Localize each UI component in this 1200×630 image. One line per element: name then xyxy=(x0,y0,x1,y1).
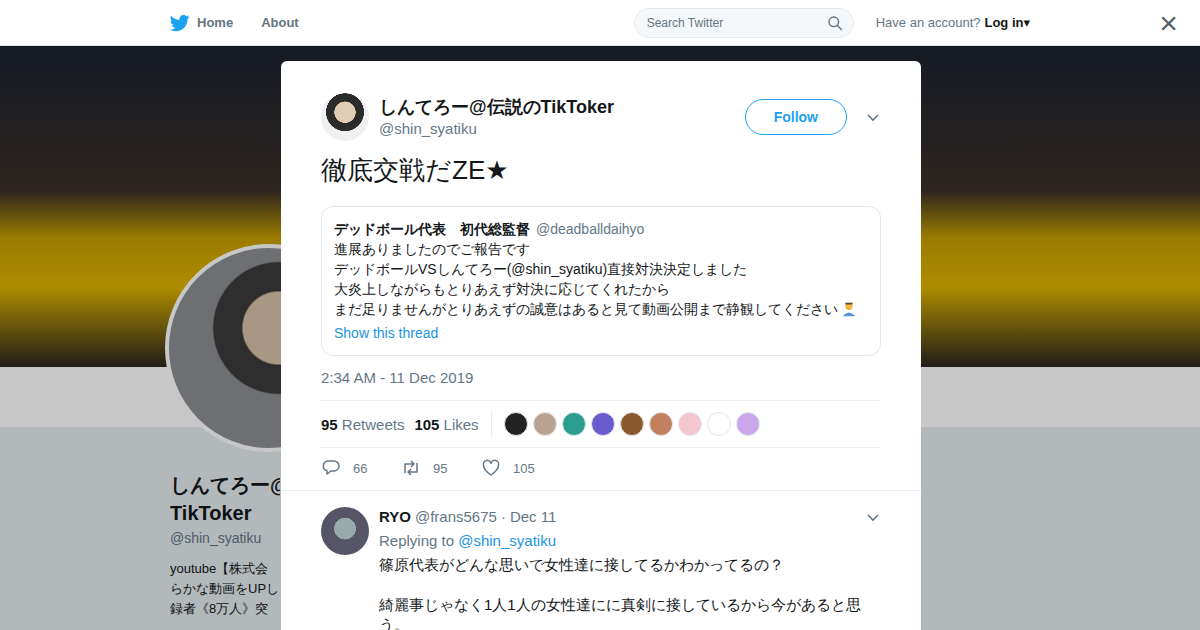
tweet-actions: 66 95 105 xyxy=(321,448,881,490)
page: Home About Search Twitter Have an account?L… xyxy=(0,0,1200,630)
reply-text: 綺麗事じゃなく1人1人の女性達にに真剣に接しているから今があると思う。 xyxy=(379,595,881,630)
stat[interactable]: 105 Likes xyxy=(414,416,478,433)
close-button[interactable]: × xyxy=(1159,4,1178,42)
nav-item[interactable]: About xyxy=(261,15,299,30)
reply-date[interactable]: Dec 11 xyxy=(510,507,556,527)
action-button[interactable]: 105 xyxy=(481,458,535,478)
liker-avatar[interactable] xyxy=(562,412,586,436)
author-handle[interactable]: @shin_syatiku xyxy=(379,119,745,139)
liker-avatar[interactable] xyxy=(649,412,673,436)
tweet-time: 2:34 AM - 11 Dec 2019 xyxy=(321,368,881,388)
follow-button[interactable]: Follow xyxy=(745,99,847,135)
action-button[interactable]: 66 xyxy=(321,458,371,478)
nav-item[interactable]: Home xyxy=(170,13,233,33)
quote-line: 進展ありましたのでご報告です xyxy=(334,239,868,259)
quote-author-handle: @deadballdaihyo xyxy=(536,221,644,237)
login-button[interactable]: Log in▾ xyxy=(984,15,1030,30)
tweet-modal: しんてろー@伝説のTikToker@shin_syatikuFollow徹底交戦… xyxy=(281,61,921,630)
liker-avatar[interactable] xyxy=(620,412,644,436)
reply-author-name[interactable]: RYO xyxy=(379,507,411,527)
stat[interactable]: 95 Retweets xyxy=(321,416,404,433)
quote-author-name: デッドボール代表 初代総監督 xyxy=(334,221,530,237)
tweet-stats: 95 Retweets 105 Likes xyxy=(321,400,881,448)
account-prompt: Have an account?Log in▾ xyxy=(876,15,1030,30)
bowing-person-icon xyxy=(840,300,858,318)
quote-line: 大炎上しながらもとりあえず対決に応じてくれたから xyxy=(334,279,868,299)
reply-icon xyxy=(321,458,341,478)
reply-separator: · xyxy=(501,507,506,527)
liker-avatar[interactable] xyxy=(678,412,702,436)
replying-to: Replying to @shin_syatiku xyxy=(379,531,881,551)
magnifier-icon xyxy=(827,15,843,31)
liker-avatar[interactable] xyxy=(591,412,615,436)
author-name[interactable]: しんてろー@伝説のTikToker xyxy=(379,95,745,119)
action-button[interactable]: 95 xyxy=(401,458,451,478)
show-thread-link[interactable]: Show this thread xyxy=(334,323,868,343)
retweet-icon xyxy=(401,458,421,478)
quote-line: まだ足りませんがとりあえずの誠意はあると見て動画公開まで静観してください xyxy=(334,299,868,319)
chevron-down-icon[interactable] xyxy=(865,109,881,125)
twitter-bird-icon xyxy=(170,13,190,33)
reply-tweet[interactable]: RYO@frans5675·Dec 11 Replying to @shin_sy… xyxy=(281,490,921,630)
replying-to-link[interactable]: @shin_syatiku xyxy=(458,532,556,549)
heart-icon xyxy=(481,458,501,478)
tweet-text: 徹底交戦だZE★ xyxy=(321,153,881,187)
quoted-tweet[interactable]: デッドボール代表 初代総監督 @deadballdaihyo 進展ありましたのでご報… xyxy=(321,206,881,356)
search-field[interactable]: Search Twitter xyxy=(634,8,854,38)
author-avatar[interactable] xyxy=(321,93,369,141)
liker-avatar[interactable] xyxy=(707,412,731,436)
liker-avatar[interactable] xyxy=(533,412,557,436)
top-nav: Home About Search Twitter Have an account?L… xyxy=(0,0,1200,46)
liker-avatar[interactable] xyxy=(736,412,760,436)
reply-text: 篠原代表がどんな思いで女性達に接してるかわかってるの？ xyxy=(379,555,881,575)
reply-avatar[interactable] xyxy=(321,507,369,555)
likers xyxy=(491,412,760,436)
chevron-down-icon[interactable] xyxy=(865,509,881,525)
quote-line: デッドボールVSしんてろー(@shin_syatiku)直接対決決定しました xyxy=(334,259,868,279)
liker-avatar[interactable] xyxy=(504,412,528,436)
tweet-header: しんてろー@伝説のTikToker@shin_syatikuFollow xyxy=(321,93,881,141)
reply-author-handle[interactable]: @frans5675 xyxy=(415,507,497,527)
